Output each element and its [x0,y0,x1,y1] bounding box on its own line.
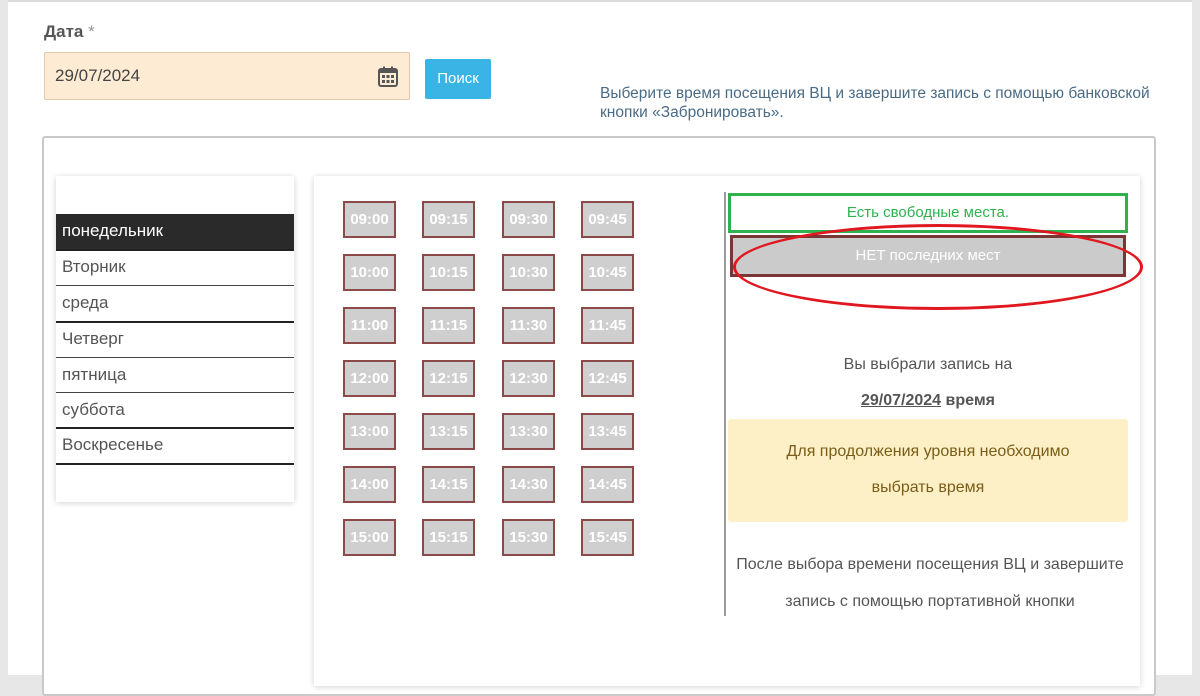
selection-date-line: 29/07/2024 время [728,392,1128,410]
selection-text: Вы выбрали запись на [843,356,1013,373]
time-slot[interactable]: 14:45 [581,466,634,503]
time-slot[interactable]: 09:45 [581,201,634,238]
time-slot[interactable]: 10:45 [581,254,634,291]
time-slot[interactable]: 15:00 [343,519,396,556]
weekday-tuesday[interactable]: Вторник [56,250,294,285]
time-slot[interactable]: 15:15 [422,519,475,556]
date-value: 29/07/2024 [55,66,141,85]
weekday-list: понедельник Вторник среда Четверг пятниц… [56,176,294,502]
select-time-warning: Для продолжения уровня необходимо выбрат… [728,419,1128,522]
weekday-monday[interactable]: понедельник [56,214,294,249]
time-slot[interactable]: 13:30 [502,413,555,450]
time-slot[interactable]: 15:30 [502,519,555,556]
time-slot[interactable]: 12:45 [581,360,634,397]
legend-no-seats: НЕТ последних мест [730,235,1126,277]
time-slot[interactable]: 10:15 [422,254,475,291]
time-slot[interactable]: 11:30 [502,307,555,344]
warning-line-1: Для продолжения уровня необходимо [786,443,1070,460]
after-selection-text: После выбора времени посещения ВЦ и заве… [728,546,1132,620]
time-slot[interactable]: 09:00 [343,201,396,238]
time-slot[interactable]: 12:30 [502,360,555,397]
time-slot[interactable]: 10:00 [343,254,396,291]
time-slot[interactable]: 09:15 [422,201,475,238]
time-slot[interactable]: 14:30 [502,466,555,503]
divider [56,463,294,465]
date-label: Дата * [44,22,95,42]
time-slot[interactable]: 12:15 [422,360,475,397]
column-divider [724,192,726,616]
weekday-thursday[interactable]: Четверг [56,322,294,357]
time-slot[interactable]: 15:45 [581,519,634,556]
required-mark: * [88,22,95,41]
warning-line-2: выбрать время [871,479,985,496]
time-slot[interactable]: 11:45 [581,307,634,344]
time-slot[interactable]: 14:00 [343,466,396,503]
selection-date: 29/07/2024 [861,392,942,409]
weekday-saturday[interactable]: суббота [56,393,294,428]
time-slot[interactable]: 13:00 [343,413,396,450]
time-slot[interactable]: 13:15 [422,413,475,450]
time-slot[interactable]: 13:45 [581,413,634,450]
time-slot[interactable]: 11:00 [343,307,396,344]
booking-hint: Выберите время посещения ВЦ и завершите … [600,85,1150,121]
top-divider [8,0,1192,2]
time-slot[interactable]: 14:15 [422,466,475,503]
time-slot[interactable]: 12:00 [343,360,396,397]
weekday-wednesday[interactable]: среда [56,286,294,321]
after-line-2: запись с помощью портативной кнопки [785,593,1075,610]
date-label-text: Дата [44,22,84,41]
selection-time-word: время [945,392,995,409]
date-field[interactable]: 29/07/2024 [44,52,410,100]
calendar-icon[interactable] [377,66,399,88]
search-button[interactable]: Поиск [425,59,491,99]
after-line-1: После выбора времени посещения ВЦ и заве… [736,556,1124,573]
time-slot[interactable]: 11:15 [422,307,475,344]
weekday-friday[interactable]: пятница [56,358,294,393]
page: Дата * 29/07/2024 Поиск Выберите время п… [8,0,1192,696]
legend-free-seats: Есть свободные места. [728,193,1128,233]
weekday-sunday[interactable]: Воскресенье [56,428,294,463]
time-slot[interactable]: 09:30 [502,201,555,238]
time-slot[interactable]: 10:30 [502,254,555,291]
